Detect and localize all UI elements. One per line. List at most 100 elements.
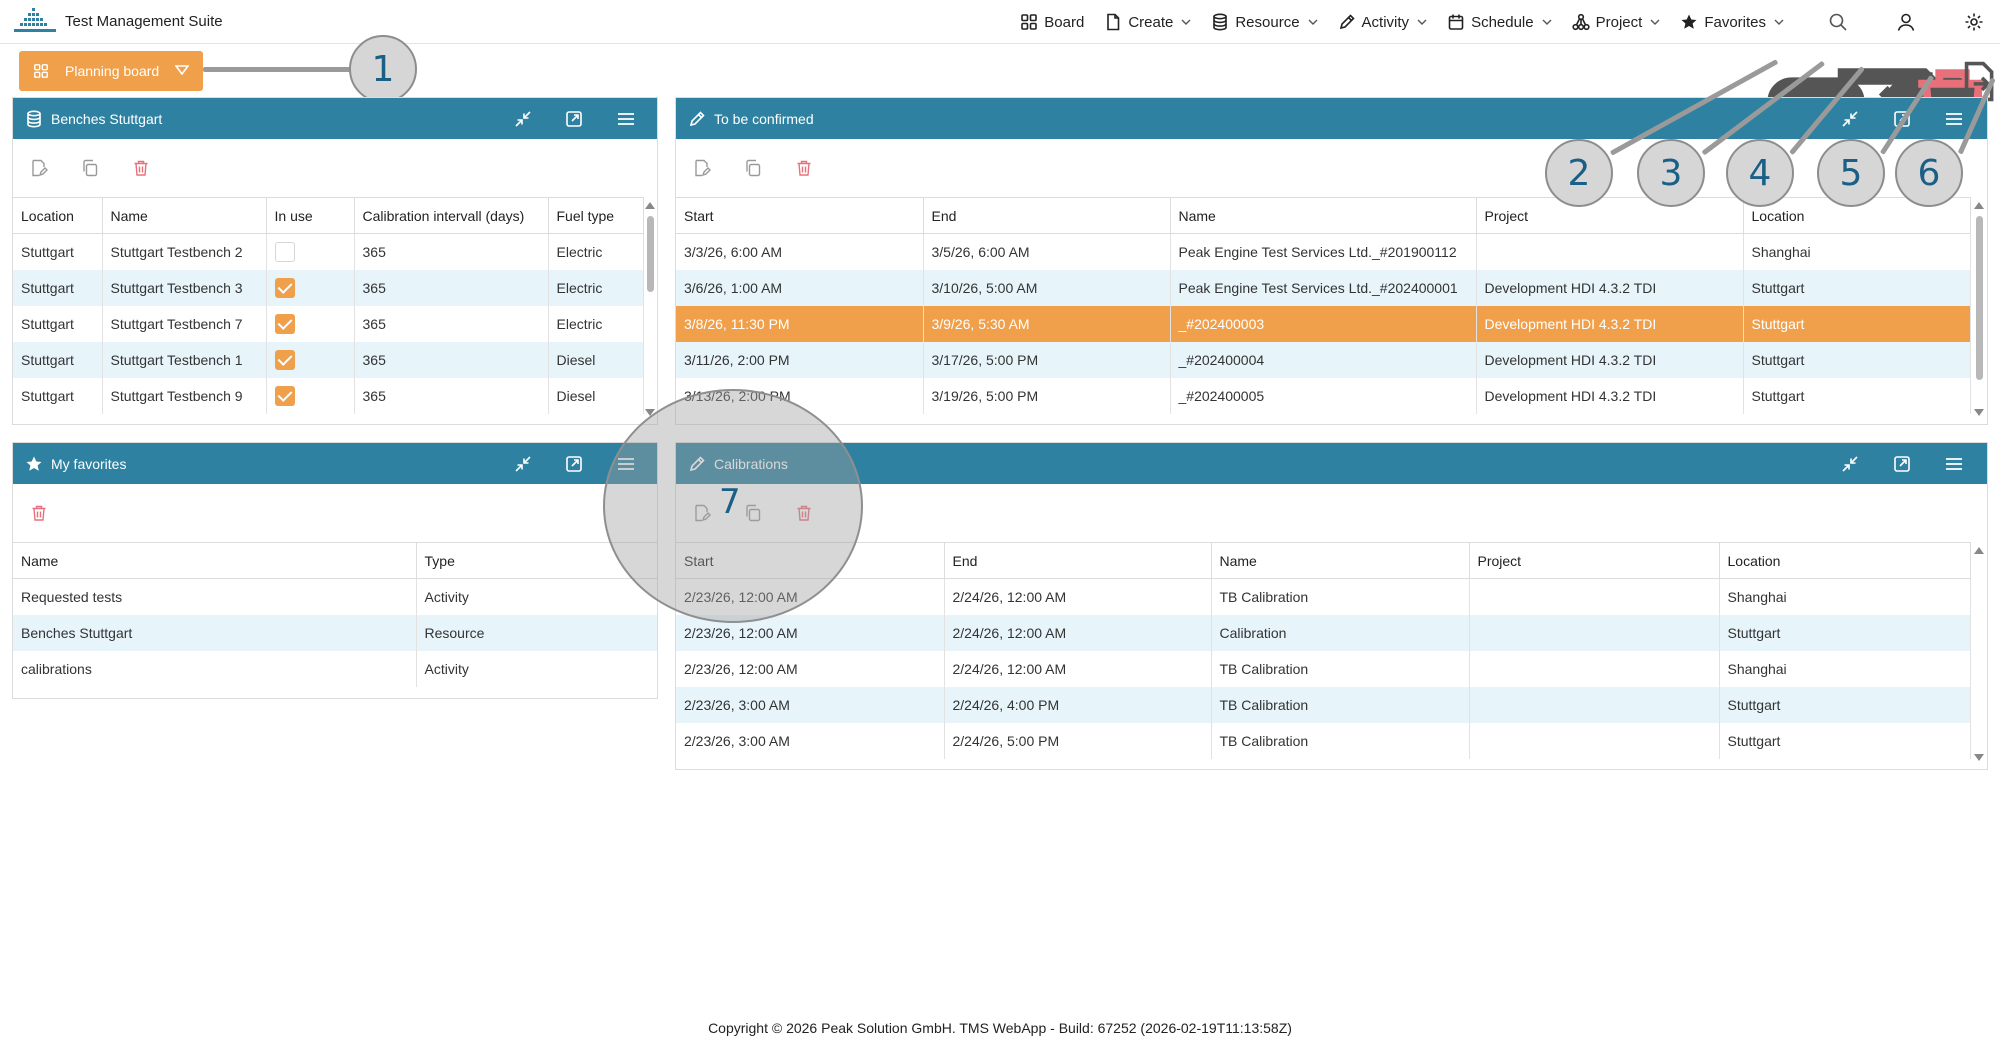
user-button[interactable] [1896, 12, 1916, 32]
cell-name: _#202400005 [1170, 377, 1477, 414]
planning-board-dropdown[interactable]: Planning board [19, 51, 203, 91]
scroll-down-icon[interactable] [1974, 754, 1984, 761]
table-row[interactable]: 2/23/26, 12:00 AM 2/24/26, 12:00 AM TB C… [676, 578, 1971, 615]
cell-fuel: Diesel [548, 341, 644, 378]
cell-project: Development HDI 4.3.2 TDI [1476, 377, 1744, 414]
nav-favorites[interactable]: Favorites [1680, 13, 1784, 31]
cell-project [1469, 614, 1720, 651]
collapse-icon[interactable] [513, 454, 533, 474]
scroll-up-icon[interactable] [645, 202, 655, 209]
column-header[interactable]: Name [102, 197, 267, 234]
vertical-scrollbar[interactable] [1973, 202, 1985, 416]
search-button[interactable] [1828, 12, 1848, 32]
collapse-icon[interactable] [1840, 454, 1860, 474]
table-row[interactable]: Stuttgart Stuttgart Testbench 3 365 Elec… [13, 269, 644, 306]
menu-icon[interactable] [616, 109, 636, 129]
column-header[interactable]: Project [1476, 197, 1744, 234]
table-row[interactable]: 2/23/26, 12:00 AM 2/24/26, 12:00 AM TB C… [676, 650, 1971, 687]
table-row[interactable]: Benches Stuttgart Resource [13, 614, 657, 651]
settings-button[interactable] [1964, 12, 1984, 32]
table-row[interactable]: 2/23/26, 3:00 AM 2/24/26, 5:00 PM TB Cal… [676, 722, 1971, 759]
cell-end: 2/24/26, 5:00 PM [944, 722, 1212, 759]
expand-icon[interactable] [564, 109, 584, 129]
table-row[interactable]: Stuttgart Stuttgart Testbench 2 365 Elec… [13, 233, 644, 270]
cell-start: 3/8/26, 11:30 PM [676, 305, 924, 342]
cell-end: 3/10/26, 5:00 AM [923, 269, 1171, 306]
panel-header: To be confirmed [676, 98, 1987, 139]
menu-icon[interactable] [1944, 109, 1964, 129]
delete-icon[interactable] [795, 159, 813, 177]
in-use-checkbox[interactable] [274, 349, 295, 370]
collapse-icon[interactable] [513, 109, 533, 129]
table-row[interactable]: 2/23/26, 3:00 AM 2/24/26, 4:00 PM TB Cal… [676, 686, 1971, 723]
cell-in-use [266, 377, 355, 414]
nav-resource-label: Resource [1235, 13, 1300, 31]
table-row-selected[interactable]: 3/8/26, 11:30 PM 3/9/26, 5:30 AM _#20240… [676, 305, 1971, 342]
nav-board-label: Board [1044, 13, 1085, 31]
nav-board[interactable]: Board [1020, 13, 1084, 31]
table-row[interactable]: 3/11/26, 2:00 PM 3/17/26, 5:00 PM _#2024… [676, 341, 1971, 378]
edit-record-icon[interactable] [30, 159, 48, 177]
in-use-checkbox[interactable] [274, 241, 295, 262]
vertical-scrollbar[interactable] [1973, 547, 1985, 761]
column-header[interactable]: Project [1469, 542, 1720, 579]
planning-board-label: Planning board [65, 63, 160, 79]
scroll-thumb[interactable] [1976, 216, 1983, 380]
expand-icon[interactable] [1892, 454, 1912, 474]
cell-project [1476, 233, 1744, 270]
scroll-thumb[interactable] [647, 216, 654, 292]
cell-name: _#202400004 [1170, 341, 1477, 378]
nav-create[interactable]: Create [1104, 13, 1191, 31]
scroll-down-icon[interactable] [1974, 409, 1984, 416]
column-header[interactable]: Start [676, 197, 924, 234]
nav-schedule[interactable]: Schedule [1447, 13, 1552, 31]
column-header[interactable]: Location [1719, 542, 1971, 579]
edit-record-icon[interactable] [693, 159, 711, 177]
expand-icon[interactable] [564, 454, 584, 474]
table-row[interactable]: 3/6/26, 1:00 AM 3/10/26, 5:00 AM Peak En… [676, 269, 1971, 306]
cell-project: Development HDI 4.3.2 TDI [1476, 305, 1744, 342]
column-header[interactable]: Name [1170, 197, 1477, 234]
vertical-scrollbar[interactable] [644, 202, 656, 416]
cell-name: Peak Engine Test Services Ltd._#20240000… [1170, 269, 1477, 306]
column-header[interactable]: End [923, 197, 1171, 234]
scroll-up-icon[interactable] [1974, 202, 1984, 209]
table-row[interactable]: Stuttgart Stuttgart Testbench 7 365 Elec… [13, 305, 644, 342]
panel-title: Benches Stuttgart [51, 110, 163, 127]
in-use-checkbox[interactable] [274, 277, 295, 298]
table-row[interactable]: 2/23/26, 12:00 AM 2/24/26, 12:00 AM Cali… [676, 614, 1971, 651]
in-use-checkbox[interactable] [274, 313, 295, 334]
nav-project[interactable]: Project [1572, 13, 1661, 31]
cell-interval: 365 [354, 341, 549, 378]
search-icon [1829, 13, 1847, 31]
table-row[interactable]: calibrations Activity [13, 650, 657, 687]
panel-title: My favorites [51, 455, 127, 472]
collapse-icon[interactable] [1840, 109, 1860, 129]
column-header[interactable]: Calibration intervall (days) [354, 197, 549, 234]
table-row[interactable]: Stuttgart Stuttgart Testbench 9 365 Dies… [13, 377, 644, 414]
in-use-checkbox[interactable] [274, 385, 295, 406]
column-header[interactable]: In use [266, 197, 355, 234]
table-row[interactable]: Stuttgart Stuttgart Testbench 1 365 Dies… [13, 341, 644, 378]
column-header[interactable]: Location [13, 197, 103, 234]
scroll-up-icon[interactable] [1974, 547, 1984, 554]
column-header[interactable]: End [944, 542, 1212, 579]
table-row[interactable]: 3/3/26, 6:00 AM 3/5/26, 6:00 AM Peak Eng… [676, 233, 1971, 270]
nav-resource[interactable]: Resource [1211, 13, 1318, 31]
cell-type: Activity [416, 650, 657, 687]
nav-activity[interactable]: Activity [1338, 13, 1428, 31]
menu-icon[interactable] [1944, 454, 1964, 474]
cell-name: Stuttgart Testbench 9 [102, 377, 267, 414]
table-row[interactable]: 3/13/26, 2:00 PM 3/19/26, 5:00 PM _#2024… [676, 377, 1971, 414]
copy-icon[interactable] [744, 159, 762, 177]
table-row[interactable]: Requested tests Activity [13, 578, 657, 615]
column-header[interactable]: Name [1211, 542, 1470, 579]
cell-end: 3/5/26, 6:00 AM [923, 233, 1171, 270]
delete-icon[interactable] [132, 159, 150, 177]
cell-in-use [266, 269, 355, 306]
column-header[interactable]: Fuel type [548, 197, 644, 234]
triangle-down-icon [175, 65, 189, 75]
copy-icon[interactable] [81, 159, 99, 177]
delete-icon[interactable] [30, 504, 48, 522]
column-header[interactable]: Name [13, 542, 417, 579]
